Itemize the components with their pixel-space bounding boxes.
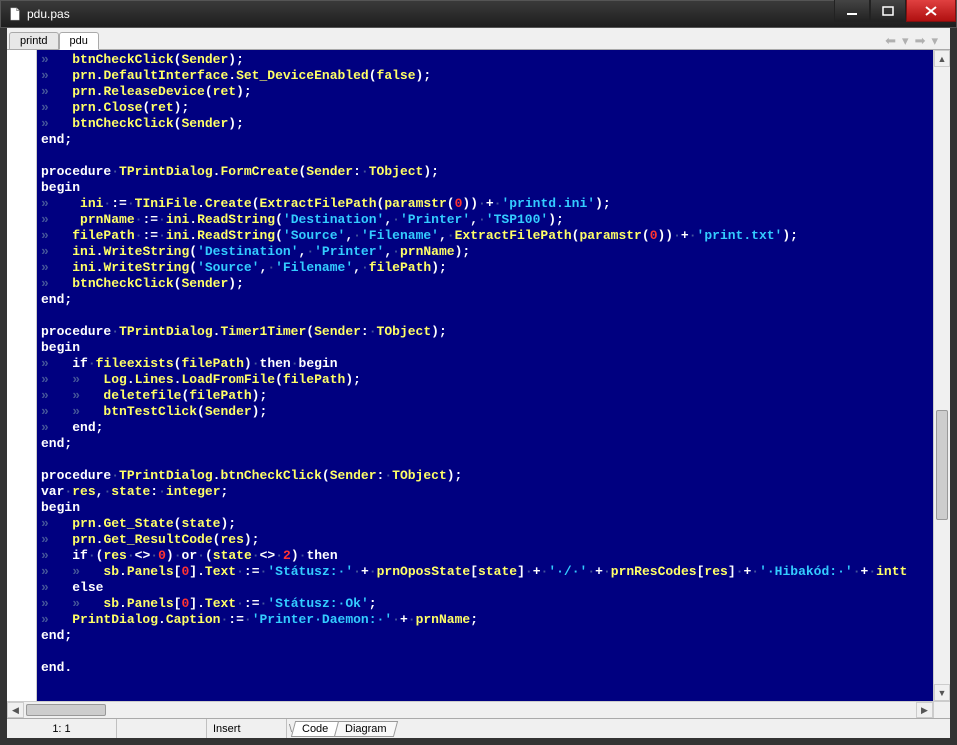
status-position: 1: 1 — [7, 719, 117, 738]
window-buttons — [834, 1, 956, 27]
window-titlebar: pdu.pas — [0, 0, 957, 28]
code-line[interactable]: » filePath·:=·ini.ReadString('Source',·'… — [41, 228, 929, 244]
code-line[interactable]: begin — [41, 340, 929, 356]
close-button[interactable] — [906, 0, 956, 22]
code-line[interactable]: » btnCheckClick(Sender); — [41, 52, 929, 68]
nav-forward-icon[interactable]: ➡ — [915, 33, 926, 49]
hscroll-track[interactable] — [24, 702, 916, 718]
code-line[interactable]: » end; — [41, 420, 929, 436]
code-line[interactable]: begin — [41, 500, 929, 516]
code-line[interactable]: » prn.Get_ResultCode(res); — [41, 532, 929, 548]
scroll-down-icon[interactable]: ▼ — [934, 684, 950, 701]
code-line[interactable]: » if·fileexists(filePath)·then·begin — [41, 356, 929, 372]
nav-forward-dropdown-icon[interactable]: ▾ — [931, 33, 938, 49]
code-line[interactable]: » » sb.Panels[0].Text·:=·'Státusz:·'·+·p… — [41, 564, 929, 580]
code-line[interactable] — [41, 452, 929, 468]
code-line[interactable]: » » Log.Lines.LoadFromFile(filePath); — [41, 372, 929, 388]
tab-pdu[interactable]: pdu — [59, 32, 99, 50]
minimize-button[interactable] — [834, 0, 870, 22]
code-line[interactable]: end; — [41, 292, 929, 308]
code-line[interactable]: » prn.Close(ret); — [41, 100, 929, 116]
code-line[interactable]: » prnName·:=·ini.ReadString('Destination… — [41, 212, 929, 228]
code-line[interactable] — [41, 644, 929, 660]
code-line[interactable]: » » sb.Panels[0].Text·:=·'Státusz:·Ok'; — [41, 596, 929, 612]
code-line[interactable]: » » btnTestClick(Sender); — [41, 404, 929, 420]
status-insert-mode[interactable]: Insert — [207, 719, 287, 738]
file-icon — [7, 6, 23, 22]
sheet-tab-diagram[interactable]: Diagram — [334, 721, 398, 737]
code-line[interactable]: » ini·:=·TIniFile.Create(ExtractFilePath… — [41, 196, 929, 212]
hscroll-thumb[interactable] — [26, 704, 106, 716]
code-line[interactable]: end; — [41, 628, 929, 644]
code-line[interactable]: » btnCheckClick(Sender); — [41, 116, 929, 132]
code-line[interactable]: » ini.WriteString('Source',·'Filename',·… — [41, 260, 929, 276]
code-line[interactable]: » else — [41, 580, 929, 596]
maximize-button[interactable] — [870, 0, 906, 22]
code-line[interactable] — [41, 308, 929, 324]
scroll-right-icon[interactable]: ▶ — [916, 702, 933, 718]
statusbar: 1: 1 Insert \ Code Diagram / — [7, 718, 950, 738]
code-editor[interactable]: » btnCheckClick(Sender);» prn.DefaultInt… — [37, 50, 933, 701]
sheet-tab-code[interactable]: Code — [291, 721, 340, 737]
code-line[interactable]: » prn.DefaultInterface.Set_DeviceEnabled… — [41, 68, 929, 84]
file-tabbar: printd pdu ⬅ ▾ ➡ ▾ — [7, 28, 950, 50]
code-line[interactable] — [41, 148, 929, 164]
status-modified — [117, 719, 207, 738]
code-line[interactable]: procedure·TPrintDialog.Timer1Timer(Sende… — [41, 324, 929, 340]
code-line[interactable]: end; — [41, 132, 929, 148]
code-line[interactable]: » prn.Get_State(state); — [41, 516, 929, 532]
editor-gutter[interactable] — [7, 50, 37, 701]
nav-back-icon[interactable]: ⬅ — [885, 33, 896, 49]
code-line[interactable]: end; — [41, 436, 929, 452]
code-line[interactable]: » » deletefile(filePath); — [41, 388, 929, 404]
code-line[interactable]: » PrintDialog.Caption·:=·'Printer·Daemon… — [41, 612, 929, 628]
code-line[interactable]: » btnCheckClick(Sender); — [41, 276, 929, 292]
code-line[interactable]: » ini.WriteString('Destination',·'Printe… — [41, 244, 929, 260]
code-line[interactable]: » prn.ReleaseDevice(ret); — [41, 84, 929, 100]
code-line[interactable]: procedure·TPrintDialog.btnCheckClick(Sen… — [41, 468, 929, 484]
scroll-left-icon[interactable]: ◀ — [7, 702, 24, 718]
tab-printd[interactable]: printd — [9, 32, 59, 49]
vertical-scrollbar[interactable]: ▲ ▼ — [933, 50, 950, 701]
client-area: printd pdu ⬅ ▾ ➡ ▾ » btnCheckClick(Sende… — [0, 28, 957, 745]
scroll-up-icon[interactable]: ▲ — [934, 50, 950, 67]
vscroll-thumb[interactable] — [936, 410, 948, 520]
code-line[interactable]: begin — [41, 180, 929, 196]
window-title: pdu.pas — [27, 7, 834, 21]
tab-nav-arrows: ⬅ ▾ ➡ ▾ — [885, 33, 950, 49]
nav-back-dropdown-icon[interactable]: ▾ — [902, 33, 909, 49]
code-line[interactable]: procedure·TPrintDialog.FormCreate(Sender… — [41, 164, 929, 180]
sheet-tabs: \ Code Diagram / — [287, 721, 397, 737]
code-line[interactable]: » if·(res·<>·0)·or·(state·<>·2)·then — [41, 548, 929, 564]
editor-area: » btnCheckClick(Sender);» prn.DefaultInt… — [7, 50, 950, 701]
scroll-corner — [933, 702, 950, 718]
code-line[interactable]: var·res,·state:·integer; — [41, 484, 929, 500]
code-line[interactable]: end. — [41, 660, 929, 676]
horizontal-scrollbar[interactable]: ◀ ▶ — [7, 701, 950, 718]
